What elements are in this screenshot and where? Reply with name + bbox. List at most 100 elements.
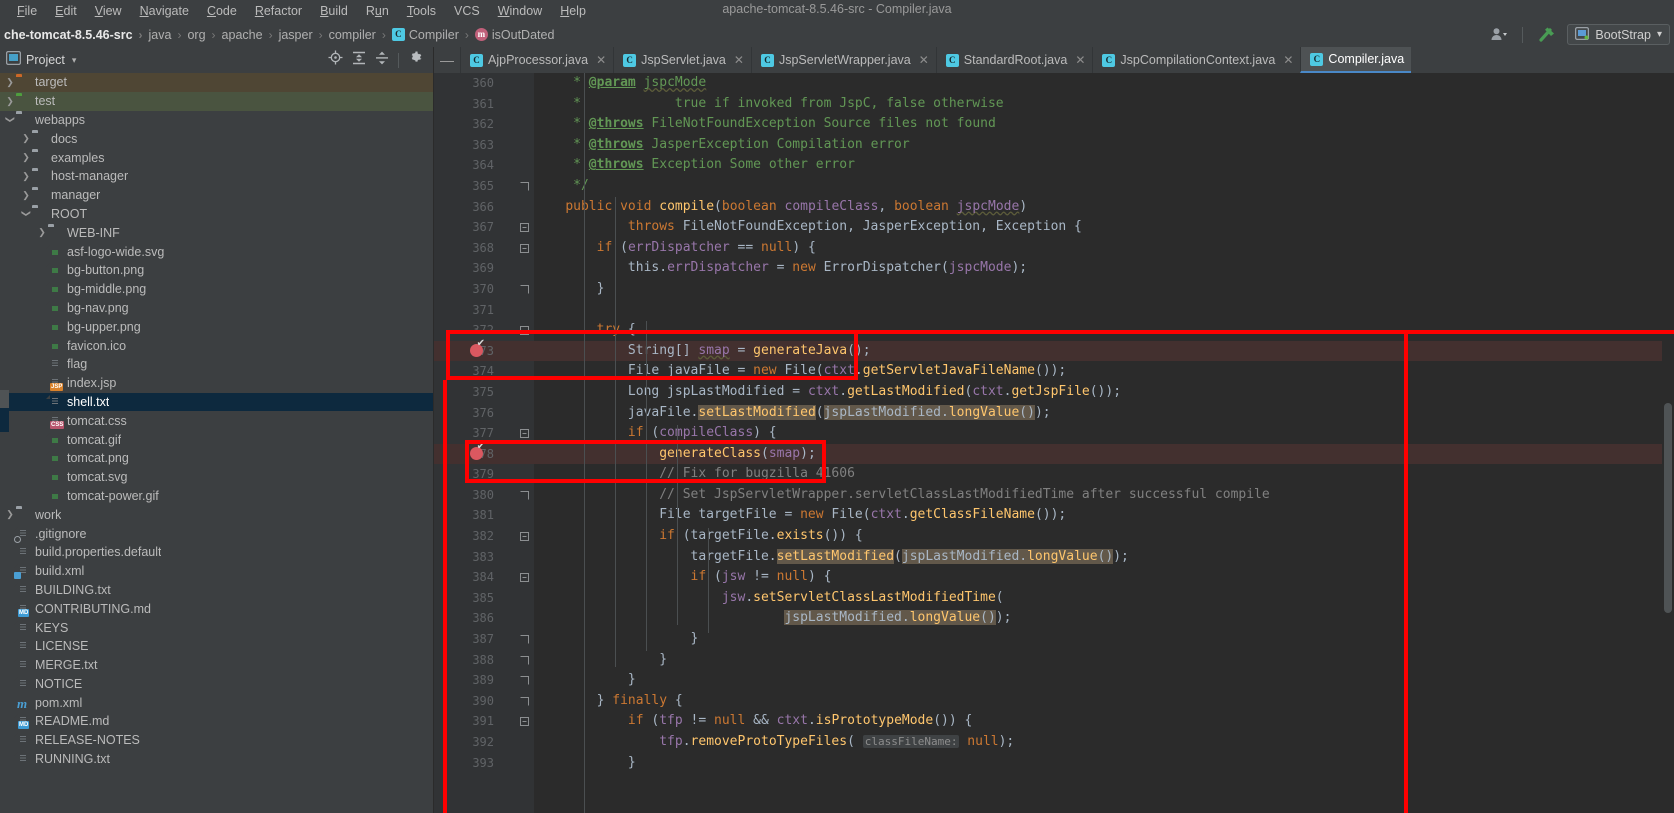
menu-view[interactable]: View — [86, 1, 131, 21]
tree-expand-arrow[interactable]: ❯ — [20, 171, 32, 182]
tree-expand-arrow[interactable]: ❯ — [36, 227, 48, 238]
fold-start-icon[interactable] — [520, 223, 529, 233]
fold-end-icon[interactable] — [520, 490, 529, 500]
tree-item-manager[interactable]: ❯ manager — [0, 186, 433, 205]
gear-icon[interactable] — [408, 50, 423, 70]
editor-tab-jspservletwrapper-java[interactable]: C JspServletWrapper.java ✕ — [750, 47, 936, 73]
fold-end-icon[interactable] — [520, 676, 529, 685]
fold-end-icon[interactable] — [520, 696, 529, 706]
build-hammer-icon[interactable] — [1533, 24, 1561, 45]
fold-start-icon[interactable] — [520, 532, 529, 542]
scrollbar-thumb[interactable] — [1664, 403, 1672, 613]
fold-end-icon[interactable] — [520, 284, 529, 294]
tree-item-running-txt[interactable]: ❯RUNNING.txt — [0, 750, 433, 769]
tree-item-tomcat-gif[interactable]: ❯tomcat.gif — [0, 430, 433, 449]
breadcrumb-project[interactable]: che-tomcat-8.5.46-src › — [4, 28, 149, 42]
tree-item-shell-txt[interactable]: ❯shell.txt — [0, 392, 433, 412]
user-avatar-icon[interactable] — [1487, 24, 1512, 45]
tree-expand-arrow[interactable]: ❯ — [4, 96, 16, 107]
fold-start-icon[interactable] — [520, 429, 529, 439]
fold-end-icon[interactable] — [520, 635, 529, 644]
tree-item-index-jsp[interactable]: ❯JSPindex.jsp — [0, 374, 433, 393]
tree-item-flag[interactable]: ❯flag — [0, 355, 433, 374]
menu-edit[interactable]: Edit — [46, 1, 86, 21]
tree-item-bg-upper-png[interactable]: ❯bg-upper.png — [0, 317, 433, 336]
menu-vcs[interactable]: VCS — [445, 1, 489, 21]
tree-item-tomcat-svg[interactable]: ❯tomcat.svg — [0, 468, 433, 487]
fold-start-icon[interactable] — [520, 326, 529, 336]
tree-item-docs[interactable]: ❯ docs — [0, 129, 433, 148]
project-file-tree[interactable]: ❯ target ❯ test ❯ webapps ❯ docs ❯ examples ❯ host-… — [0, 73, 433, 813]
tree-item-asf-logo-wide-svg[interactable]: ❯asf-logo-wide.svg — [0, 242, 433, 261]
breadcrumb-method-isoutdated[interactable]: m isOutDated — [474, 28, 554, 42]
tree-expand-arrow[interactable]: ❯ — [4, 77, 16, 88]
menu-navigate[interactable]: Navigate — [131, 1, 198, 21]
breadcrumb-org[interactable]: org › — [187, 28, 221, 42]
menu-build[interactable]: Build — [311, 1, 357, 21]
tree-item-notice[interactable]: ❯NOTICE — [0, 675, 433, 694]
menu-window[interactable]: Window — [489, 1, 551, 21]
editor-vertical-scrollbar[interactable] — [1662, 73, 1674, 813]
tree-item-release-notes[interactable]: ❯RELEASE-NOTES — [0, 731, 433, 750]
editor-tab-jspservlet-java[interactable]: C JspServlet.java ✕ — [613, 47, 751, 73]
breadcrumb-compiler-class[interactable]: C Compiler › — [391, 28, 475, 42]
tree-item-tomcat-css[interactable]: ❯CSStomcat.css — [0, 411, 433, 430]
fold-end-icon[interactable] — [520, 655, 529, 665]
tree-collapse-arrow[interactable]: ❯ — [21, 208, 32, 220]
tree-expand-arrow[interactable]: ❯ — [20, 190, 32, 201]
breadcrumb-compiler-pkg[interactable]: compiler › — [329, 28, 392, 42]
fold-start-icon[interactable] — [520, 717, 529, 727]
editor-tab-compiler-java[interactable]: C Compiler.java — [1300, 47, 1412, 73]
expand-all-icon[interactable] — [352, 51, 366, 70]
tree-item-work[interactable]: ❯ work — [0, 505, 433, 524]
tree-item-pom-xml[interactable]: ❯m pom.xml — [0, 693, 433, 712]
locate-icon[interactable] — [328, 50, 343, 70]
tree-item-test[interactable]: ❯ test — [0, 91, 433, 111]
tree-item-host-manager[interactable]: ❯ host-manager — [0, 167, 433, 186]
run-configuration-selector[interactable]: BootStrap ▾ — [1567, 24, 1670, 45]
tree-item-bg-button-png[interactable]: ❯bg-button.png — [0, 261, 433, 280]
tree-expand-arrow[interactable]: ❯ — [20, 133, 32, 144]
close-icon[interactable]: ✕ — [1283, 53, 1293, 67]
chevron-down-icon[interactable]: ▾ — [1657, 29, 1662, 40]
tree-item-readme-md[interactable]: ❯MDREADME.md — [0, 712, 433, 731]
tree-item-examples[interactable]: ❯ examples — [0, 148, 433, 167]
menu-refactor[interactable]: Refactor — [246, 1, 311, 21]
tree-item-tomcat-power-gif[interactable]: ❯tomcat-power.gif — [0, 487, 433, 506]
tree-item-building-txt[interactable]: ❯BUILDING.txt — [0, 581, 433, 600]
hide-tabs-icon[interactable]: — — [434, 52, 460, 68]
tree-item-keys[interactable]: ❯KEYS — [0, 618, 433, 637]
tree-item-tomcat-png[interactable]: ❯tomcat.png — [0, 449, 433, 468]
tree-item-webapps[interactable]: ❯ webapps — [0, 111, 433, 130]
close-icon[interactable]: ✕ — [919, 53, 929, 67]
tree-item-license[interactable]: ❯LICENSE — [0, 637, 433, 656]
tree-expand-arrow[interactable]: ❯ — [4, 509, 16, 520]
tree-expand-arrow[interactable]: ❯ — [20, 152, 32, 163]
tree-item-bg-nav-png[interactable]: ❯bg-nav.png — [0, 299, 433, 318]
menu-tools[interactable]: Tools — [398, 1, 445, 21]
tree-item--gitignore[interactable]: ❯.gitignore — [0, 524, 433, 543]
close-icon[interactable]: ✕ — [596, 53, 606, 67]
close-icon[interactable]: ✕ — [734, 53, 744, 67]
tree-item-web-inf[interactable]: ❯ WEB-INF — [0, 223, 433, 242]
breadcrumb-java[interactable]: java › — [149, 28, 188, 42]
editor-tab-standardroot-java[interactable]: C StandardRoot.java ✕ — [935, 47, 1093, 73]
code-editor[interactable]: 360 * @param jspcMode 361 * true if invok… — [434, 73, 1674, 813]
menu-help[interactable]: Help — [551, 1, 595, 21]
tree-item-target[interactable]: ❯ target — [0, 73, 433, 92]
chevron-down-icon[interactable]: ▾ — [72, 55, 77, 66]
menu-code[interactable]: Code — [198, 1, 246, 21]
editor-tab-ajpprocessor-java[interactable]: C AjpProcessor.java ✕ — [460, 47, 613, 73]
fold-end-icon[interactable] — [520, 181, 529, 191]
tree-item-bg-middle-png[interactable]: ❯bg-middle.png — [0, 280, 433, 299]
editor-tab-jspcompilationcontext-java[interactable]: C JspCompilationContext.java ✕ — [1092, 47, 1300, 73]
fold-start-icon[interactable] — [520, 243, 529, 253]
tree-item-build-xml[interactable]: ❯build.xml — [0, 562, 433, 581]
tree-item-favicon-ico[interactable]: ❯favicon.ico — [0, 336, 433, 355]
breadcrumb-apache[interactable]: apache › — [222, 28, 279, 42]
tree-collapse-arrow[interactable]: ❯ — [5, 114, 16, 126]
fold-start-icon[interactable] — [520, 573, 529, 583]
close-icon[interactable]: ✕ — [1075, 53, 1085, 67]
breadcrumb-jasper[interactable]: jasper › — [279, 28, 329, 42]
tree-item-root[interactable]: ❯ ROOT — [0, 205, 433, 224]
